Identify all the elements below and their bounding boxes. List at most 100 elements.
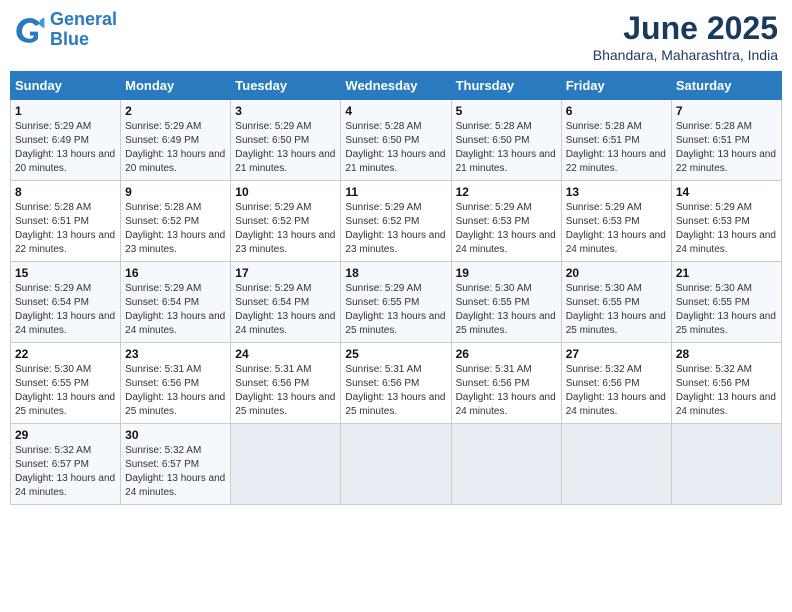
calendar-cell: 27 Sunrise: 5:32 AMSunset: 6:56 PMDaylig… <box>561 343 671 424</box>
day-number: 21 <box>676 266 777 280</box>
day-info: Sunrise: 5:32 AMSunset: 6:56 PMDaylight:… <box>676 363 777 419</box>
day-number: 3 <box>235 104 336 118</box>
day-info: Sunrise: 5:32 AMSunset: 6:57 PMDaylight:… <box>15 444 116 500</box>
calendar-week-row: 15 Sunrise: 5:29 AMSunset: 6:54 PMDaylig… <box>11 262 782 343</box>
day-number: 7 <box>676 104 777 118</box>
logo-icon <box>14 14 46 46</box>
day-info: Sunrise: 5:29 AMSunset: 6:54 PMDaylight:… <box>235 282 336 338</box>
calendar-cell: 30 Sunrise: 5:32 AMSunset: 6:57 PMDaylig… <box>121 424 231 505</box>
calendar-cell: 13 Sunrise: 5:29 AMSunset: 6:53 PMDaylig… <box>561 181 671 262</box>
calendar-week-row: 8 Sunrise: 5:28 AMSunset: 6:51 PMDayligh… <box>11 181 782 262</box>
day-number: 13 <box>566 185 667 199</box>
day-info: Sunrise: 5:28 AMSunset: 6:50 PMDaylight:… <box>345 120 446 176</box>
calendar-cell: 5 Sunrise: 5:28 AMSunset: 6:50 PMDayligh… <box>451 100 561 181</box>
day-info: Sunrise: 5:31 AMSunset: 6:56 PMDaylight:… <box>125 363 226 419</box>
day-info: Sunrise: 5:32 AMSunset: 6:56 PMDaylight:… <box>566 363 667 419</box>
day-number: 16 <box>125 266 226 280</box>
calendar-week-row: 22 Sunrise: 5:30 AMSunset: 6:55 PMDaylig… <box>11 343 782 424</box>
calendar-cell: 8 Sunrise: 5:28 AMSunset: 6:51 PMDayligh… <box>11 181 121 262</box>
day-number: 5 <box>456 104 557 118</box>
day-number: 1 <box>15 104 116 118</box>
location: Bhandara, Maharashtra, India <box>593 47 778 63</box>
day-number: 24 <box>235 347 336 361</box>
day-number: 19 <box>456 266 557 280</box>
weekday-header: Saturday <box>671 72 781 100</box>
day-info: Sunrise: 5:29 AMSunset: 6:49 PMDaylight:… <box>15 120 116 176</box>
day-number: 8 <box>15 185 116 199</box>
calendar-cell: 28 Sunrise: 5:32 AMSunset: 6:56 PMDaylig… <box>671 343 781 424</box>
title-block: June 2025 Bhandara, Maharashtra, India <box>593 10 778 63</box>
calendar-table: SundayMondayTuesdayWednesdayThursdayFrid… <box>10 71 782 505</box>
calendar-cell: 6 Sunrise: 5:28 AMSunset: 6:51 PMDayligh… <box>561 100 671 181</box>
day-number: 23 <box>125 347 226 361</box>
day-info: Sunrise: 5:28 AMSunset: 6:51 PMDaylight:… <box>15 201 116 257</box>
calendar-week-row: 29 Sunrise: 5:32 AMSunset: 6:57 PMDaylig… <box>11 424 782 505</box>
day-info: Sunrise: 5:29 AMSunset: 6:52 PMDaylight:… <box>345 201 446 257</box>
day-number: 12 <box>456 185 557 199</box>
calendar-cell: 16 Sunrise: 5:29 AMSunset: 6:54 PMDaylig… <box>121 262 231 343</box>
day-info: Sunrise: 5:29 AMSunset: 6:50 PMDaylight:… <box>235 120 336 176</box>
day-info: Sunrise: 5:28 AMSunset: 6:51 PMDaylight:… <box>676 120 777 176</box>
day-info: Sunrise: 5:30 AMSunset: 6:55 PMDaylight:… <box>676 282 777 338</box>
logo-text: GeneralBlue <box>50 10 117 50</box>
day-number: 15 <box>15 266 116 280</box>
calendar-cell: 17 Sunrise: 5:29 AMSunset: 6:54 PMDaylig… <box>231 262 341 343</box>
calendar-cell <box>231 424 341 505</box>
day-info: Sunrise: 5:31 AMSunset: 6:56 PMDaylight:… <box>235 363 336 419</box>
weekday-header-row: SundayMondayTuesdayWednesdayThursdayFrid… <box>11 72 782 100</box>
day-info: Sunrise: 5:28 AMSunset: 6:50 PMDaylight:… <box>456 120 557 176</box>
calendar-cell: 18 Sunrise: 5:29 AMSunset: 6:55 PMDaylig… <box>341 262 451 343</box>
calendar-cell: 29 Sunrise: 5:32 AMSunset: 6:57 PMDaylig… <box>11 424 121 505</box>
calendar-cell: 21 Sunrise: 5:30 AMSunset: 6:55 PMDaylig… <box>671 262 781 343</box>
day-info: Sunrise: 5:30 AMSunset: 6:55 PMDaylight:… <box>566 282 667 338</box>
calendar-cell: 2 Sunrise: 5:29 AMSunset: 6:49 PMDayligh… <box>121 100 231 181</box>
calendar-cell: 4 Sunrise: 5:28 AMSunset: 6:50 PMDayligh… <box>341 100 451 181</box>
calendar-cell <box>561 424 671 505</box>
day-number: 14 <box>676 185 777 199</box>
day-info: Sunrise: 5:28 AMSunset: 6:52 PMDaylight:… <box>125 201 226 257</box>
calendar-cell: 9 Sunrise: 5:28 AMSunset: 6:52 PMDayligh… <box>121 181 231 262</box>
calendar-cell <box>451 424 561 505</box>
day-number: 2 <box>125 104 226 118</box>
calendar-cell: 19 Sunrise: 5:30 AMSunset: 6:55 PMDaylig… <box>451 262 561 343</box>
calendar-cell: 3 Sunrise: 5:29 AMSunset: 6:50 PMDayligh… <box>231 100 341 181</box>
calendar-cell <box>671 424 781 505</box>
calendar-cell: 14 Sunrise: 5:29 AMSunset: 6:53 PMDaylig… <box>671 181 781 262</box>
day-number: 26 <box>456 347 557 361</box>
calendar-cell: 12 Sunrise: 5:29 AMSunset: 6:53 PMDaylig… <box>451 181 561 262</box>
day-info: Sunrise: 5:32 AMSunset: 6:57 PMDaylight:… <box>125 444 226 500</box>
day-info: Sunrise: 5:29 AMSunset: 6:54 PMDaylight:… <box>125 282 226 338</box>
day-number: 10 <box>235 185 336 199</box>
day-number: 20 <box>566 266 667 280</box>
day-number: 17 <box>235 266 336 280</box>
day-number: 4 <box>345 104 446 118</box>
day-number: 9 <box>125 185 226 199</box>
calendar-cell: 1 Sunrise: 5:29 AMSunset: 6:49 PMDayligh… <box>11 100 121 181</box>
day-number: 18 <box>345 266 446 280</box>
day-number: 22 <box>15 347 116 361</box>
calendar-cell: 25 Sunrise: 5:31 AMSunset: 6:56 PMDaylig… <box>341 343 451 424</box>
day-info: Sunrise: 5:29 AMSunset: 6:54 PMDaylight:… <box>15 282 116 338</box>
day-info: Sunrise: 5:29 AMSunset: 6:53 PMDaylight:… <box>456 201 557 257</box>
calendar-cell: 26 Sunrise: 5:31 AMSunset: 6:56 PMDaylig… <box>451 343 561 424</box>
day-number: 28 <box>676 347 777 361</box>
calendar-cell: 20 Sunrise: 5:30 AMSunset: 6:55 PMDaylig… <box>561 262 671 343</box>
day-number: 11 <box>345 185 446 199</box>
page-header: GeneralBlue June 2025 Bhandara, Maharash… <box>10 10 782 63</box>
day-info: Sunrise: 5:31 AMSunset: 6:56 PMDaylight:… <box>345 363 446 419</box>
calendar-cell: 10 Sunrise: 5:29 AMSunset: 6:52 PMDaylig… <box>231 181 341 262</box>
day-info: Sunrise: 5:31 AMSunset: 6:56 PMDaylight:… <box>456 363 557 419</box>
day-info: Sunrise: 5:29 AMSunset: 6:52 PMDaylight:… <box>235 201 336 257</box>
weekday-header: Thursday <box>451 72 561 100</box>
day-info: Sunrise: 5:29 AMSunset: 6:53 PMDaylight:… <box>676 201 777 257</box>
calendar-cell: 23 Sunrise: 5:31 AMSunset: 6:56 PMDaylig… <box>121 343 231 424</box>
calendar-cell: 11 Sunrise: 5:29 AMSunset: 6:52 PMDaylig… <box>341 181 451 262</box>
day-number: 27 <box>566 347 667 361</box>
weekday-header: Sunday <box>11 72 121 100</box>
day-number: 30 <box>125 428 226 442</box>
weekday-header: Wednesday <box>341 72 451 100</box>
calendar-cell: 22 Sunrise: 5:30 AMSunset: 6:55 PMDaylig… <box>11 343 121 424</box>
calendar-week-row: 1 Sunrise: 5:29 AMSunset: 6:49 PMDayligh… <box>11 100 782 181</box>
calendar-cell: 15 Sunrise: 5:29 AMSunset: 6:54 PMDaylig… <box>11 262 121 343</box>
calendar-cell: 7 Sunrise: 5:28 AMSunset: 6:51 PMDayligh… <box>671 100 781 181</box>
